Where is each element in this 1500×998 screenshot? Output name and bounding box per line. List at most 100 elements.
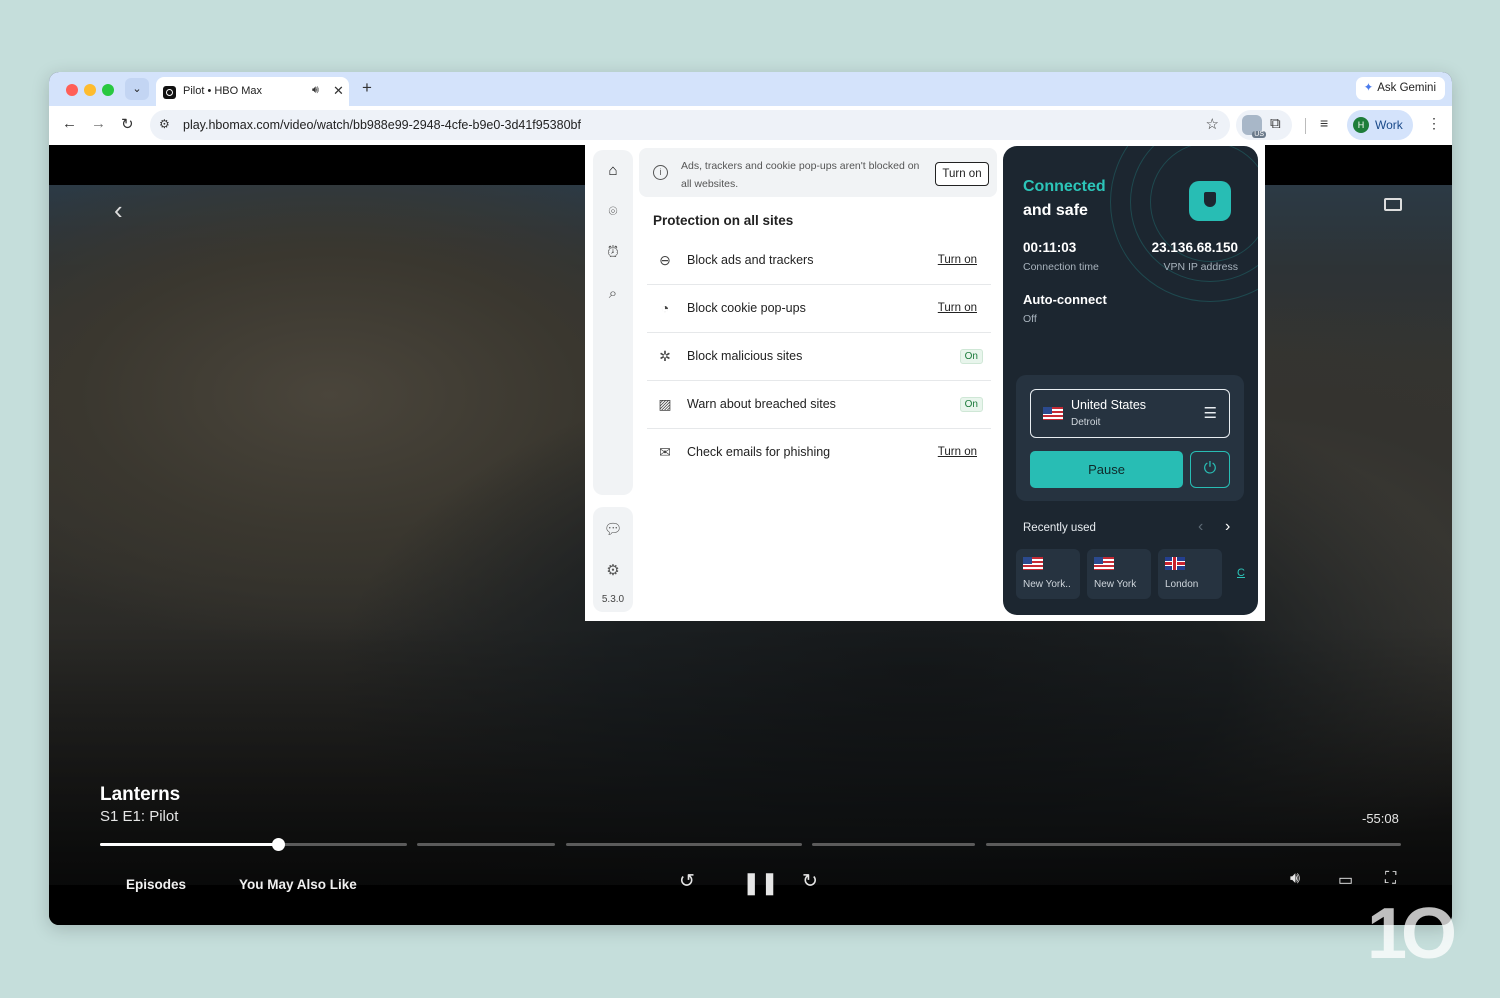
vpn-extension-icon[interactable]: US bbox=[1242, 115, 1266, 138]
episode-label: S1 E1: Pilot bbox=[100, 808, 179, 825]
turn-on-link[interactable]: Turn on bbox=[938, 302, 977, 314]
show-title: Lanterns bbox=[100, 784, 181, 805]
protection-item-label: Block ads and trackers bbox=[687, 253, 814, 267]
site-info-icon[interactable]: ⚙︎ bbox=[159, 117, 170, 131]
connection-time-value: 00:11:03 bbox=[1023, 240, 1077, 255]
turn-on-link[interactable]: Turn on bbox=[938, 446, 977, 458]
recent-location-card[interactable]: New York bbox=[1087, 549, 1151, 599]
chevron-left-icon[interactable]: ‹ bbox=[1198, 518, 1203, 536]
zoom-window-button[interactable] bbox=[102, 84, 114, 96]
video-player[interactable]: ‹ Lanterns S1 E1: Pilot -55:08 Episodes … bbox=[49, 144, 1452, 925]
fullscreen-icon[interactable]: ⛶ bbox=[1385, 870, 1396, 888]
power-icon[interactable]: ⏻ bbox=[1190, 451, 1230, 488]
status-line-2: and safe bbox=[1023, 202, 1088, 219]
hbo-favicon-icon bbox=[163, 86, 176, 99]
recent-location-card[interactable]: New York.. bbox=[1016, 549, 1080, 599]
back-chevron-icon[interactable]: ‹ bbox=[114, 195, 123, 226]
tab-audio-icon[interactable]: 🔊︎ bbox=[312, 84, 319, 97]
search-scan-icon[interactable]: ⌕ bbox=[603, 285, 623, 302]
url-text[interactable]: play.hbomax.com/video/watch/bb988e99-294… bbox=[183, 118, 581, 132]
back-arrow-icon[interactable]: ← bbox=[62, 115, 77, 132]
recent-location-label: New York bbox=[1094, 579, 1137, 590]
protection-item-breached[interactable]: ▨ Warn about breached sites On bbox=[647, 381, 991, 429]
notice-turn-on-button[interactable]: Turn on bbox=[935, 162, 989, 186]
progress-segment[interactable] bbox=[417, 843, 555, 846]
protection-item-malicious[interactable]: ✲ Block malicious sites On bbox=[647, 333, 991, 381]
cast-icon[interactable] bbox=[1384, 198, 1402, 211]
protection-item-label: Check emails for phishing bbox=[687, 445, 831, 459]
location-country: United States bbox=[1071, 398, 1147, 412]
recent-more-link[interactable]: C bbox=[1237, 567, 1245, 579]
vpn-connection-panel: Connected and safe 00:11:03 Connection t… bbox=[1003, 146, 1258, 615]
profile-button[interactable]: H Work bbox=[1347, 110, 1413, 140]
media-control-icon[interactable]: ≡ bbox=[1320, 115, 1328, 131]
vpn-ip-value: 23.136.68.150 bbox=[1151, 240, 1238, 255]
toolbar-divider bbox=[1305, 118, 1306, 134]
us-flag-icon bbox=[1023, 557, 1043, 570]
progress-segment[interactable] bbox=[986, 843, 1401, 846]
protection-item-phishing[interactable]: ✉ Check emails for phishing Turn on bbox=[647, 429, 991, 477]
ask-gemini-button[interactable]: ✦ Ask Gemini bbox=[1355, 77, 1445, 100]
logo-watermark: 1O bbox=[1367, 894, 1457, 974]
avatar: H bbox=[1353, 117, 1369, 133]
reload-icon[interactable]: ↻ bbox=[121, 115, 134, 133]
location-selector[interactable]: United States Detroit ☰ bbox=[1030, 389, 1230, 438]
popup-sidebar: ⌂ ⌾ ⏰︎ ⌕ bbox=[593, 150, 633, 495]
minimize-window-button[interactable] bbox=[84, 84, 96, 96]
browser-menu-icon[interactable]: ⋮ bbox=[1427, 115, 1441, 132]
close-window-button[interactable] bbox=[66, 84, 78, 96]
tab-search-chevron-icon[interactable]: ⌄ bbox=[125, 78, 149, 100]
you-may-also-like-button[interactable]: You May Also Like bbox=[239, 877, 357, 892]
profile-label: Work bbox=[1375, 118, 1403, 132]
new-tab-button[interactable]: + bbox=[362, 78, 372, 98]
protection-title: Protection on all sites bbox=[653, 213, 794, 228]
connection-status: Connected and safe bbox=[1023, 175, 1106, 223]
extensions-puzzle-icon[interactable]: ⧉ bbox=[1270, 115, 1281, 132]
tab-title: Pilot • HBO Max bbox=[183, 85, 263, 97]
pause-button[interactable]: Pause bbox=[1030, 451, 1183, 488]
protection-item-ads[interactable]: ⊖ Block ads and trackers Turn on bbox=[647, 237, 991, 285]
location-card: United States Detroit ☰ Pause ⏻ bbox=[1016, 375, 1244, 501]
tab-close-icon[interactable]: ✕ bbox=[333, 83, 344, 99]
protection-item-cookies[interactable]: ◔ Block cookie pop-ups Turn on bbox=[647, 285, 991, 333]
bookmark-star-icon[interactable]: ☆ bbox=[1206, 115, 1219, 133]
turn-on-link[interactable]: Turn on bbox=[938, 254, 977, 266]
progress-segment[interactable] bbox=[566, 843, 802, 846]
volume-icon[interactable]: 🔊︎ bbox=[1290, 870, 1300, 888]
mail-icon: ✉ bbox=[659, 444, 671, 460]
ask-gemini-label: Ask Gemini bbox=[1377, 82, 1436, 94]
alarm-icon[interactable]: ⏰︎ bbox=[603, 244, 623, 261]
settings-gear-icon[interactable]: ⚙︎ bbox=[603, 561, 623, 579]
protection-item-label: Block malicious sites bbox=[687, 349, 803, 363]
list-icon[interactable]: ☰ bbox=[1204, 404, 1217, 422]
auto-connect-title[interactable]: Auto-connect bbox=[1023, 292, 1107, 307]
tab-hbo-max[interactable]: Pilot • HBO Max 🔊︎ ✕ bbox=[156, 77, 349, 106]
browser-toolbar: ← → ↻ ⚙︎ play.hbomax.com/video/watch/bb9… bbox=[49, 106, 1452, 145]
status-line-1: Connected bbox=[1023, 178, 1106, 195]
home-icon[interactable]: ⌂ bbox=[603, 162, 623, 179]
browser-window: ⌄ Pilot • HBO Max 🔊︎ ✕ + ✦ Ask Gemini ← →… bbox=[49, 72, 1452, 925]
feedback-icon[interactable]: 💬︎ bbox=[603, 520, 623, 538]
cookie-icon: ◔ bbox=[660, 300, 670, 316]
vpn-extension-popup: ⌂ ⌾ ⏰︎ ⌕ 💬︎ ⚙︎ 5.3.0 i Ads, trackers and… bbox=[585, 144, 1265, 621]
progress-segment[interactable] bbox=[812, 843, 975, 846]
rewind-10-icon[interactable]: ↺ bbox=[679, 870, 695, 893]
status-badge: On bbox=[959, 349, 983, 364]
episodes-button[interactable]: Episodes bbox=[126, 877, 186, 892]
extension-region-badge: US bbox=[1252, 131, 1266, 138]
forward-10-icon[interactable]: ↻ bbox=[802, 870, 818, 893]
time-remaining: -55:08 bbox=[1362, 811, 1399, 826]
pause-icon[interactable]: ❚❚ bbox=[742, 870, 779, 896]
subtitles-icon[interactable]: ▭ bbox=[1338, 870, 1353, 890]
forward-arrow-icon[interactable]: → bbox=[91, 115, 106, 132]
chevron-right-icon[interactable]: › bbox=[1225, 518, 1230, 536]
protection-notice: i Ads, trackers and cookie pop-ups aren'… bbox=[639, 148, 997, 197]
minus-circle-icon: ⊖ bbox=[659, 252, 671, 268]
ring-decoration bbox=[1110, 146, 1258, 302]
us-flag-icon bbox=[1094, 557, 1114, 570]
uk-flag-icon bbox=[1165, 557, 1185, 570]
recent-location-card[interactable]: London bbox=[1158, 549, 1222, 599]
address-bar[interactable]: ⚙︎ play.hbomax.com/video/watch/bb988e99-… bbox=[150, 110, 1230, 140]
progress-scrubber-handle[interactable] bbox=[272, 838, 285, 851]
face-scan-icon[interactable]: ⌾ bbox=[603, 203, 623, 220]
